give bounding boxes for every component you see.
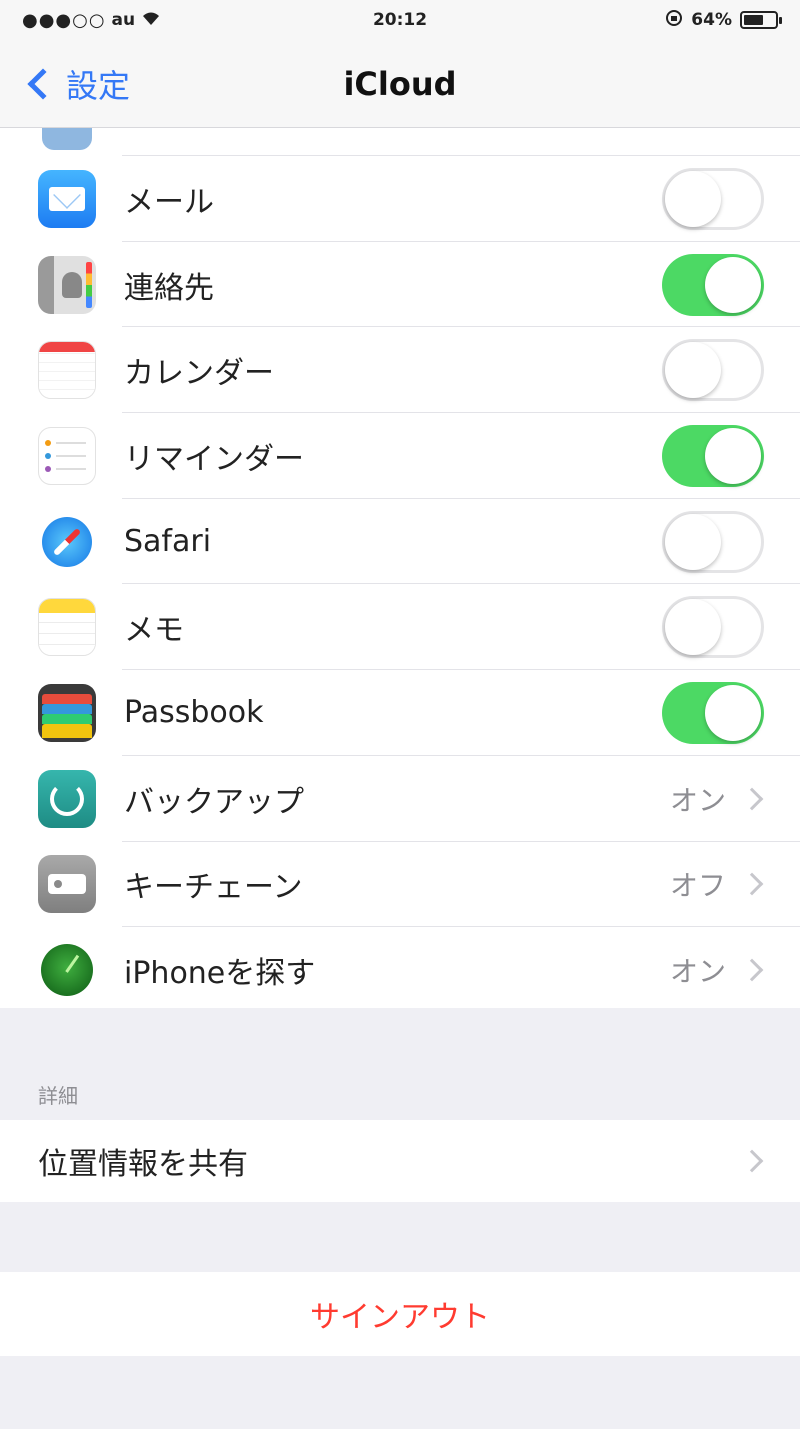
- battery-icon: [740, 11, 782, 29]
- cutoff-row: [0, 128, 800, 156]
- app-row[interactable]: キーチェーン オフ: [0, 842, 800, 928]
- find-iphone-icon: [38, 941, 96, 1000]
- battery-fill: [744, 15, 764, 25]
- toggle-switch[interactable]: [662, 167, 764, 230]
- signout-group: サインアウト: [0, 1272, 800, 1356]
- screen: ●●●○○ au 20:12 64% 設定 iCloud メール 連絡先 カレン…: [0, 0, 800, 1429]
- status-bar: ●●●○○ au 20:12 64%: [0, 0, 800, 40]
- app-row-label: キーチェーン: [124, 870, 303, 906]
- signal-strength-icon: ●●●○○: [22, 9, 106, 31]
- app-row[interactable]: バックアップ オン: [0, 756, 800, 842]
- share-location-label: 位置情報を共有: [38, 1147, 248, 1182]
- toggle-knob: [665, 599, 721, 656]
- safari-icon: [38, 512, 96, 571]
- status-time: 20:12: [372, 10, 428, 30]
- carrier-label: au: [111, 10, 136, 30]
- chevron-right-icon: [740, 958, 764, 982]
- toggle-knob: [665, 170, 721, 227]
- mail-icon: [38, 169, 96, 228]
- advanced-group: 位置情報を共有: [0, 1120, 800, 1202]
- calendar-icon: [38, 341, 96, 400]
- page-title: iCloud: [343, 65, 457, 103]
- app-row: メール: [0, 156, 800, 242]
- toggle-knob: [665, 513, 721, 570]
- app-row-label: メール: [124, 184, 214, 220]
- app-row-label: Passbook: [124, 695, 264, 731]
- row-value: オン: [669, 955, 726, 989]
- chevron-right-icon: [740, 873, 764, 896]
- app-row-label: Safari: [124, 524, 212, 560]
- section-header-advanced: 詳細: [38, 1084, 78, 1108]
- toggle-switch[interactable]: [662, 339, 764, 402]
- app-row-label: メモ: [124, 613, 184, 649]
- app-row-label: iPhoneを探す: [124, 956, 316, 992]
- toggle-knob: [705, 427, 761, 484]
- navigation-bar: 設定 iCloud: [0, 40, 800, 128]
- app-row-label: リマインダー: [124, 441, 304, 477]
- toggle-switch[interactable]: [662, 253, 764, 316]
- app-row-label: カレンダー: [124, 356, 274, 392]
- app-row: Passbook: [0, 670, 800, 756]
- reminders-icon: [38, 426, 96, 485]
- battery-percent: 64%: [691, 10, 732, 30]
- app-row: メモ: [0, 584, 800, 671]
- app-row: カレンダー: [0, 327, 800, 414]
- app-row-label: バックアップ: [124, 784, 304, 820]
- apps-group: メール 連絡先 カレンダー リマインダー Safari メモ Passbook バックアップオ…: [0, 128, 800, 1008]
- app-row: 連絡先: [0, 242, 800, 328]
- app-row[interactable]: iPhoneを探す オン: [0, 927, 800, 1013]
- app-row-label: 連絡先: [124, 270, 214, 306]
- toggle-switch[interactable]: [662, 510, 764, 573]
- share-location-row[interactable]: 位置情報を共有: [0, 1120, 800, 1202]
- toggle-switch[interactable]: [662, 681, 764, 744]
- backup-icon: [38, 769, 96, 828]
- status-left: ●●●○○ au: [22, 10, 322, 31]
- chevron-right-icon: [740, 1149, 764, 1173]
- notes-icon: [38, 598, 96, 657]
- rotation-lock-icon: [665, 9, 683, 32]
- passbook-icon: [38, 683, 96, 742]
- app-icon-partial: [42, 128, 92, 150]
- app-row: Safari: [0, 499, 800, 585]
- wifi-icon: [141, 10, 161, 31]
- app-row: リマインダー: [0, 413, 800, 499]
- toggle-switch[interactable]: [662, 424, 764, 487]
- contacts-icon: [38, 255, 96, 314]
- chevron-right-icon: [740, 787, 764, 810]
- toggle-knob: [705, 684, 761, 741]
- toggle-switch[interactable]: [662, 596, 764, 659]
- toggle-knob: [705, 256, 761, 313]
- keychain-icon: [38, 855, 96, 914]
- toggle-knob: [665, 342, 721, 399]
- row-value: オフ: [669, 869, 726, 903]
- status-right: 64%: [478, 9, 782, 32]
- apps-list: メール 連絡先 カレンダー リマインダー Safari メモ Passbook バックアップオ…: [0, 156, 800, 1013]
- row-value: オン: [669, 783, 726, 817]
- signout-button[interactable]: サインアウト: [0, 1272, 800, 1356]
